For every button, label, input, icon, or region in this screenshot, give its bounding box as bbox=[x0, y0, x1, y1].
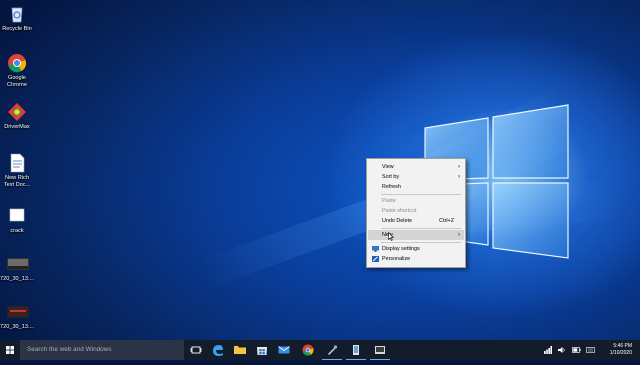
network-icon[interactable] bbox=[544, 346, 552, 354]
taskbar-edge[interactable] bbox=[208, 340, 228, 360]
desktop-icon-video-1[interactable]: 720_30_13.... bbox=[0, 254, 34, 283]
desktop-background[interactable]: Recycle Bin Google Chrome DriverMax New … bbox=[0, 0, 640, 340]
speaker-icon[interactable] bbox=[558, 346, 566, 354]
taskbar-clock[interactable]: 5:46 PM 1/10/2020 bbox=[610, 343, 632, 357]
app-icon bbox=[353, 345, 359, 355]
app-icon bbox=[375, 346, 385, 354]
chevron-right-icon: › bbox=[458, 174, 460, 180]
desktop-icon-video-2[interactable]: 720_30_13.... bbox=[0, 302, 34, 331]
desktop-icon-crack[interactable]: crack bbox=[0, 206, 34, 235]
chevron-right-icon: › bbox=[458, 232, 460, 238]
taskbar: Search the web and Windows 5:46 PM 1/10/… bbox=[0, 340, 640, 360]
taskbar-search-box[interactable]: Search the web and Windows bbox=[20, 340, 184, 360]
desktop-icon-label: 720_30_13.... bbox=[0, 276, 35, 282]
menu-item-sort-by[interactable]: Sort by › bbox=[368, 172, 464, 182]
app-icon bbox=[328, 345, 338, 355]
system-tray: 5:46 PM 1/10/2020 bbox=[522, 340, 640, 360]
chrome-icon bbox=[7, 53, 27, 73]
keyboard-shortcut: Ctrl+Z bbox=[439, 218, 454, 224]
personalize-icon bbox=[372, 256, 379, 262]
desktop-icon-label: DriverMax bbox=[4, 124, 30, 130]
desktop-icon-google-chrome[interactable]: Google Chrome bbox=[0, 53, 34, 88]
start-button[interactable] bbox=[0, 340, 20, 360]
menu-item-paste[interactable]: Paste bbox=[368, 196, 464, 206]
recycle-bin-icon bbox=[7, 4, 27, 24]
mouse-cursor-icon bbox=[388, 232, 394, 241]
clock-time: 5:46 PM bbox=[613, 343, 632, 349]
battery-icon[interactable] bbox=[572, 346, 581, 354]
taskbar-app[interactable] bbox=[322, 340, 342, 360]
menu-item-new[interactable]: New › bbox=[368, 230, 464, 241]
taskbar-app[interactable] bbox=[346, 340, 366, 360]
desktop-icon-label: crack bbox=[10, 228, 24, 234]
menu-item-display-settings[interactable]: Display settings bbox=[368, 244, 464, 254]
taskbar-store[interactable] bbox=[252, 340, 272, 360]
desktop-icon-new-rich-text-doc[interactable]: New Rich Text Doc... bbox=[0, 153, 34, 188]
desktop-icon-label: 720_30_13.... bbox=[0, 324, 35, 330]
mail-icon bbox=[278, 346, 290, 354]
clock-date: 1/10/2020 bbox=[609, 350, 632, 356]
keyboard-icon[interactable] bbox=[586, 346, 595, 354]
taskbar-chrome[interactable] bbox=[298, 340, 318, 360]
menu-item-refresh[interactable]: Refresh bbox=[368, 182, 464, 192]
taskbar-app[interactable] bbox=[370, 340, 390, 360]
chrome-icon bbox=[302, 344, 314, 356]
windows-logo-wallpaper bbox=[424, 104, 569, 259]
desktop-icon-label: New Rich Text Doc... bbox=[3, 175, 31, 188]
menu-separator bbox=[381, 228, 461, 229]
store-icon bbox=[257, 347, 267, 355]
chevron-right-icon: › bbox=[458, 164, 460, 170]
edge-icon bbox=[213, 345, 223, 356]
desktop-icon-drivermax[interactable]: DriverMax bbox=[0, 102, 34, 131]
menu-separator bbox=[381, 194, 461, 195]
windows-start-icon bbox=[6, 346, 14, 354]
menu-item-view[interactable]: View › bbox=[368, 162, 464, 172]
menu-item-paste-shortcut[interactable]: Paste shortcut bbox=[368, 206, 464, 216]
desktop-context-menu: View › Sort by › Refresh Paste Paste sho… bbox=[366, 158, 466, 268]
task-view-button[interactable] bbox=[186, 340, 206, 360]
desktop-icon-recycle-bin[interactable]: Recycle Bin bbox=[0, 4, 34, 33]
video-thumbnail-icon bbox=[7, 254, 29, 274]
file-explorer-icon bbox=[234, 346, 246, 354]
display-settings-icon bbox=[372, 246, 379, 252]
desktop-icon-label: Google Chrome bbox=[7, 75, 27, 88]
task-view-icon bbox=[190, 346, 202, 354]
taskbar-mail[interactable] bbox=[274, 340, 294, 360]
menu-item-personalize[interactable]: Personalize bbox=[368, 254, 464, 264]
desktop-icon-label: Recycle Bin bbox=[2, 26, 32, 32]
menu-separator bbox=[381, 242, 461, 243]
video-thumbnail-icon bbox=[7, 302, 29, 322]
blank-file-icon bbox=[7, 206, 27, 226]
rtf-document-icon bbox=[7, 153, 27, 173]
drivermax-icon bbox=[7, 102, 27, 122]
menu-item-undo-delete[interactable]: Undo Delete Ctrl+Z bbox=[368, 216, 464, 226]
taskbar-file-explorer[interactable] bbox=[230, 340, 250, 360]
